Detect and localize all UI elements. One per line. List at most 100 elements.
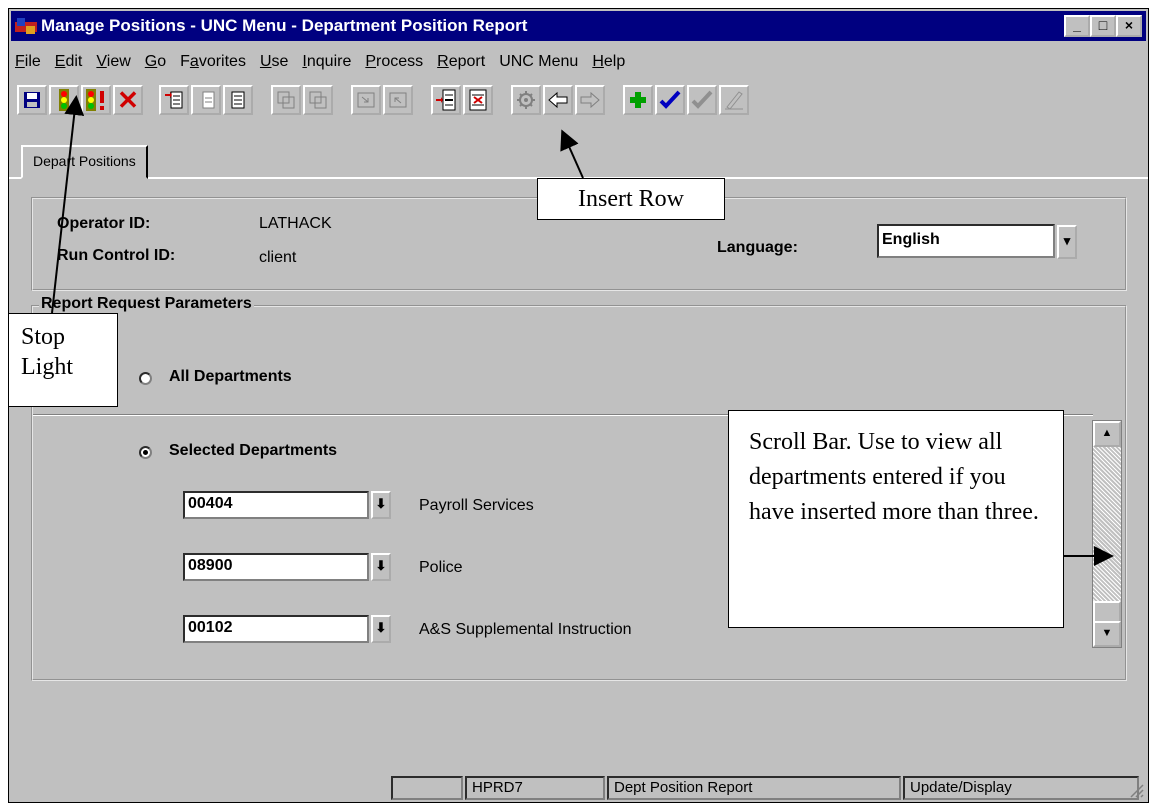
menu-view[interactable]: View: [89, 49, 137, 75]
menu-use-accel: U: [259, 53, 272, 70]
menu-help-accel: H: [592, 53, 604, 70]
copy-icon[interactable]: [271, 85, 301, 115]
department-code-value: 00404: [188, 495, 233, 512]
window-controls: _ □ ×: [1064, 15, 1142, 37]
minimize-button[interactable]: _: [1064, 15, 1090, 37]
menu-view-label: iew: [106, 53, 131, 70]
department-code-value: 08900: [188, 557, 233, 574]
resize-grip-icon[interactable]: [1128, 782, 1144, 798]
menu-edit-label: dit: [65, 53, 83, 70]
department-name: Police: [419, 559, 463, 576]
menu-go[interactable]: Go: [138, 49, 173, 75]
add-icon[interactable]: [623, 85, 653, 115]
department-code-value: 00102: [188, 619, 233, 636]
department-code-field[interactable]: 00404: [183, 491, 369, 519]
menu-unc-menu-label: UNC Menu: [499, 53, 579, 70]
status-page: Dept Position Report: [607, 776, 901, 800]
menu-favorites-label: vorites: [198, 53, 246, 70]
tab-label: Depart Positions: [33, 153, 136, 169]
save-check-icon[interactable]: [655, 85, 685, 115]
operator-id-value: LATHACK: [259, 215, 332, 232]
menu-help-label: elp: [603, 53, 626, 70]
menu-inquire-label: nquire: [306, 53, 352, 70]
scroll-bar-callout: Scroll Bar. Use to view all departments …: [728, 410, 1064, 628]
refresh-icon[interactable]: [511, 85, 541, 115]
stop-light-callout: Stop Light: [8, 313, 118, 407]
close-button[interactable]: ×: [1116, 15, 1142, 37]
language-select[interactable]: English: [877, 224, 1055, 258]
list-icon[interactable]: [223, 85, 253, 115]
menu-file-label: ile: [24, 53, 41, 70]
all-departments-radio[interactable]: [139, 372, 152, 385]
department-code-field[interactable]: 08900: [183, 553, 369, 581]
next-icon[interactable]: [351, 85, 381, 115]
title-bar[interactable]: Manage Positions - UNC Menu - Department…: [11, 11, 1146, 41]
app-logo-icon: [15, 18, 37, 34]
menu-file-accel: F: [15, 53, 25, 70]
insert-next-icon[interactable]: [191, 85, 221, 115]
forward-icon[interactable]: [575, 85, 605, 115]
scroll-down-button[interactable]: ▼: [1093, 621, 1121, 647]
status-blank-panel: [391, 776, 463, 800]
paste-icon[interactable]: [303, 85, 333, 115]
back-icon[interactable]: [543, 85, 573, 115]
operator-id-label: Operator ID:: [57, 215, 151, 232]
insert-row-icon[interactable]: [431, 85, 461, 115]
language-value: English: [882, 231, 940, 248]
menu-process[interactable]: Process: [358, 49, 430, 75]
menu-help[interactable]: Help: [585, 49, 632, 75]
department-lookup-button[interactable]: ⬇: [371, 491, 391, 519]
language-label: Language:: [717, 239, 798, 256]
prev-icon[interactable]: [383, 85, 413, 115]
maximize-button[interactable]: □: [1090, 15, 1116, 37]
scrollbar[interactable]: ▲ ▼: [1092, 420, 1122, 648]
status-mode: Update/Display: [903, 776, 1139, 800]
menu-unc-menu[interactable]: UNC Menu: [492, 49, 585, 75]
department-lookup-button[interactable]: ⬇: [371, 615, 391, 643]
department-lookup-button[interactable]: ⬇: [371, 553, 391, 581]
menu-view-accel: V: [96, 53, 107, 70]
menu-go-accel: G: [144, 53, 158, 70]
department-code-field[interactable]: 00102: [183, 615, 369, 643]
menu-report-accel: R: [437, 53, 449, 70]
toolbar: ✕: [13, 83, 973, 117]
department-name: A&S Supplemental Instruction: [419, 621, 632, 638]
menu-inquire[interactable]: Inquire: [295, 49, 358, 75]
department-name: Payroll Services: [419, 497, 534, 514]
menu-report-label: eport: [448, 53, 486, 70]
menu-report[interactable]: Report: [430, 49, 492, 75]
all-departments-label: All Departments: [169, 368, 292, 385]
save-icon[interactable]: [17, 85, 47, 115]
report-parameters-title: Report Request Parameters: [39, 295, 254, 313]
delete-row-icon[interactable]: [463, 85, 493, 115]
menu-file[interactable]: File: [11, 49, 48, 75]
menu-bar: File Edit View Go Favorites Use Inquire …: [11, 49, 632, 75]
menu-process-accel: P: [365, 53, 377, 70]
insert-row-callout: Insert Row: [537, 178, 725, 220]
stoplight-alert-icon[interactable]: [81, 85, 111, 115]
menu-edit-accel: E: [54, 53, 66, 70]
insert-first-icon[interactable]: [159, 85, 189, 115]
status-bar: HPRD7 Dept Position Report Update/Displa…: [11, 776, 1146, 800]
menu-favorites[interactable]: Favorites: [173, 49, 253, 75]
check-add-icon[interactable]: [687, 85, 717, 115]
selected-departments-radio[interactable]: [139, 446, 152, 459]
tab-depart-positions[interactable]: Depart Positions: [21, 145, 148, 179]
menu-edit[interactable]: Edit: [48, 49, 90, 75]
scroll-thumb[interactable]: [1093, 601, 1121, 623]
menu-favorites-pre: F: [180, 53, 190, 70]
status-database: HPRD7: [465, 776, 605, 800]
menu-use-label: se: [271, 53, 289, 70]
scroll-up-button[interactable]: ▲: [1093, 421, 1121, 447]
stoplight-icon[interactable]: [49, 85, 79, 115]
language-dropdown-button[interactable]: ▾: [1057, 225, 1077, 259]
menu-use[interactable]: Use: [253, 49, 295, 75]
selected-departments-label: Selected Departments: [169, 442, 338, 459]
delete-icon[interactable]: ✕: [113, 85, 143, 115]
menu-go-label: o: [157, 53, 167, 70]
run-control-id-label: Run Control ID:: [57, 247, 176, 264]
menu-favorites-accel: a: [189, 53, 199, 70]
edit-icon[interactable]: [719, 85, 749, 115]
application-window: Manage Positions - UNC Menu - Department…: [8, 8, 1149, 803]
window-title: Manage Positions - UNC Menu - Department…: [41, 16, 528, 35]
